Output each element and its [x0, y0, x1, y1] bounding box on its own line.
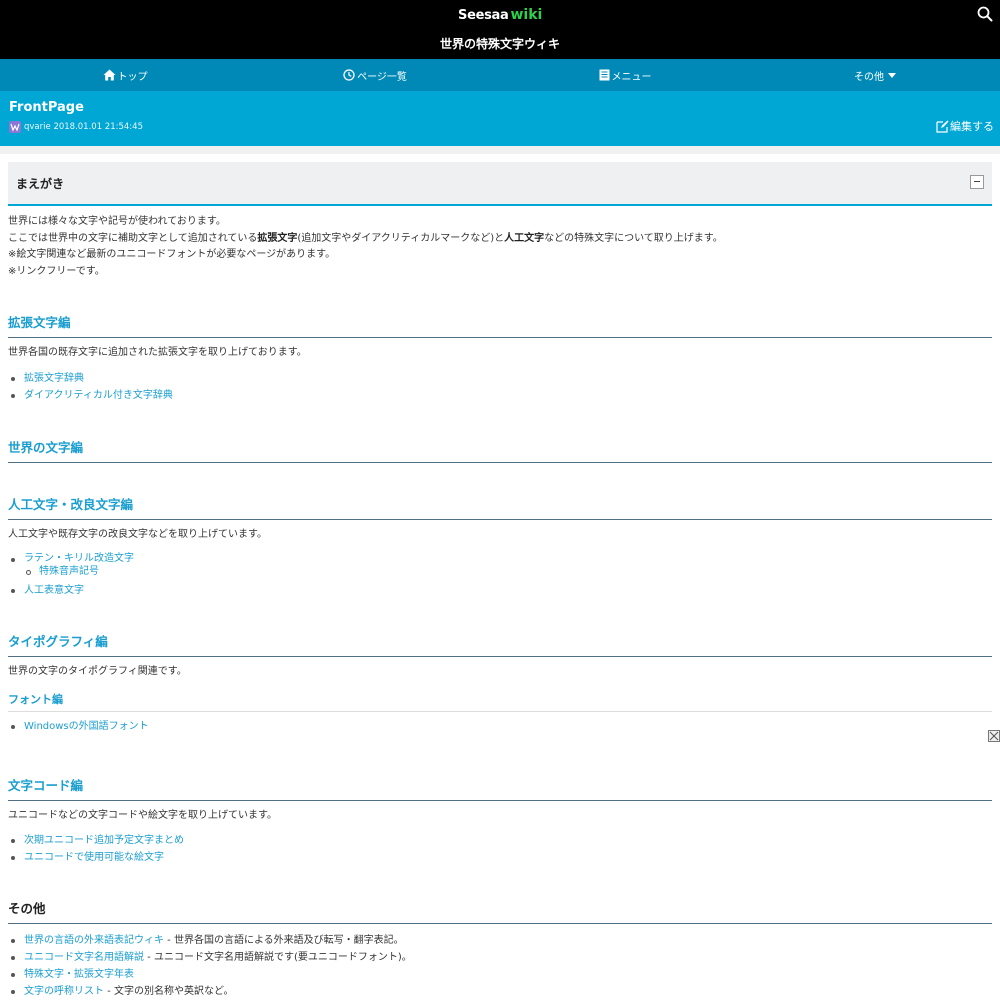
edit-label: 編集する	[950, 120, 994, 133]
nav-menu-label: メニュー	[611, 71, 652, 83]
list-item: ダイアクリティカル付き文字辞典	[8, 387, 992, 404]
link-extended-dictionary[interactable]: 拡張文字辞典	[24, 373, 84, 384]
page-meta: qvarie 2018.01.01 21:54:45	[9, 121, 143, 133]
page-title: FrontPage	[9, 100, 84, 115]
other-link-list: 世界の言語の外来語表記ウィキ - 世界各国の言語による外来語及び転写・翻字表記。…	[8, 932, 992, 1000]
list-item: 次期ユニコード追加予定文字まとめ	[8, 832, 992, 849]
header-divider	[0, 146, 1000, 154]
artificial-section-heading: 人工文字・改良文字編	[8, 494, 992, 520]
world-section-heading: 世界の文字編	[8, 437, 992, 463]
preface-heading: まえがき	[16, 177, 65, 191]
author-name[interactable]: qvarie	[24, 122, 51, 132]
caret-down-icon	[888, 72, 896, 78]
list-item: 特殊音声記号	[8, 566, 992, 578]
list-item: ユニコード文字名用語解説 - ユニコード文字名用語解説です(要ユニコードフォント…	[8, 949, 992, 966]
link-desc: - 世界各国の言語による外来語及び転写・翻字表記。	[164, 935, 404, 946]
nav-other-dropdown[interactable]: その他	[750, 59, 1000, 91]
preface-line2-c: (追加文字やダイアクリティカルマークなど)と	[297, 232, 505, 244]
charcode-desc: ユニコードなどの文字コードや絵文字を取り上げています。	[8, 809, 277, 821]
preface-bold-extended: 拡張文字	[257, 232, 298, 244]
link-unicode-glossary[interactable]: ユニコード文字名用語解説	[24, 952, 144, 963]
charcode-section-heading: 文字コード編	[8, 775, 992, 801]
link-desc: - ユニコード文字名用語解説です(要ユニコードフォント)。	[144, 952, 412, 963]
typography-section-heading: タイポグラフィ編	[8, 631, 992, 657]
nav-other-label: その他	[854, 71, 884, 83]
preface-line4: ※リンクフリーです。	[8, 265, 105, 277]
list-item: ユニコードで使用可能な絵文字	[8, 849, 992, 866]
preface-line2-a: ここでは世界中の文字に補助文字として追加されている	[8, 232, 258, 244]
nav-page-list[interactable]: ページ一覧	[250, 59, 500, 91]
typography-desc: 世界の文字のタイポグラフィ関連です。	[8, 666, 187, 677]
ad-close-icon[interactable]	[988, 730, 1000, 742]
edit-page-button[interactable]: 編集する	[936, 118, 994, 134]
clock-icon	[343, 69, 355, 81]
extended-link-list: 拡張文字辞典 ダイアクリティカル付き文字辞典	[8, 370, 992, 404]
page-timestamp: 2018.01.01 21:54:45	[53, 122, 143, 132]
typography-link-list: Windowsの外国語フォント	[8, 718, 992, 735]
font-subheading: フォント編	[8, 691, 992, 712]
list-item: 世界の言語の外来語表記ウィキ - 世界各国の言語による外来語及び転写・翻字表記。	[8, 932, 992, 949]
site-title[interactable]: 世界の特殊文字ウィキ	[0, 35, 1000, 52]
extended-desc: 世界各国の既存文字に追加された拡張文字を取り上げております。	[8, 347, 307, 358]
link-loanword-wiki[interactable]: 世界の言語の外来語表記ウィキ	[24, 935, 164, 946]
edit-icon	[936, 120, 949, 133]
preface-line1: 世界には様々な文字や記号が使われております。	[8, 216, 226, 227]
preface-section-header: まえがき	[8, 162, 992, 206]
nav-page-list-label: ページ一覧	[357, 71, 407, 83]
other-section-heading: その他	[8, 898, 992, 924]
artificial-link-list: ラテン・キリル改造文字 特殊音声記号 人工表意文字	[8, 551, 992, 599]
nav-top-label: トップ	[117, 71, 148, 83]
user-avatar-icon[interactable]	[9, 121, 21, 133]
logo-seesaa-text: Seesaa	[458, 8, 509, 23]
link-unicode-emoji[interactable]: ユニコードで使用可能な絵文字	[24, 852, 164, 863]
document-icon	[599, 69, 609, 81]
logo-wiki-text: wiki	[510, 7, 543, 23]
list-item: Windowsの外国語フォント	[8, 718, 992, 735]
link-next-unicode[interactable]: 次期ユニコード追加予定文字まとめ	[24, 835, 184, 846]
page-header: FrontPage qvarie 2018.01.01 21:54:45 編集す…	[0, 91, 1000, 146]
link-character-names[interactable]: 文字の呼称リスト	[24, 986, 104, 997]
nav-menu[interactable]: メニュー	[500, 59, 750, 91]
page-content: まえがき 世界には様々な文字や記号が使われております。 ここでは世界中の文字に補…	[8, 162, 992, 1000]
extended-section-heading: 拡張文字編	[8, 312, 992, 338]
list-item: 文字の呼称リスト - 文字の別名称や英訳など。	[8, 983, 992, 1000]
preface-bold-artificial: 人工文字	[504, 232, 545, 244]
charcode-link-list: 次期ユニコード追加予定文字まとめ ユニコードで使用可能な絵文字	[8, 832, 992, 866]
home-icon	[103, 69, 115, 81]
nav-top[interactable]: トップ	[0, 59, 250, 91]
link-windows-fonts[interactable]: Windowsの外国語フォント	[24, 721, 149, 732]
site-header: Seesaa wiki 世界の特殊文字ウィキ	[0, 0, 1000, 59]
main-nav: トップ ページ一覧 メニュー その他	[0, 59, 1000, 91]
artificial-desc: 人工文字や既存文字の改良文字などを取り上げています。	[8, 528, 267, 540]
preface-line2-e: などの特殊文字について取り上げます。	[544, 232, 723, 244]
link-diacritic-dictionary[interactable]: ダイアクリティカル付き文字辞典	[24, 390, 173, 401]
preface-text: 世界には様々な文字や記号が使われております。 ここでは世界中の文字に補助文字とし…	[8, 214, 992, 280]
link-special-phonetic[interactable]: 特殊音声記号	[39, 566, 99, 577]
list-item: 拡張文字辞典	[8, 370, 992, 387]
link-chronology[interactable]: 特殊文字・拡張文字年表	[24, 969, 134, 980]
collapse-button[interactable]	[970, 175, 984, 189]
link-desc: - 文字の別名称や英訳など。	[104, 986, 234, 997]
preface-line2: ここでは世界中の文字に補助文字として追加されている拡張文字(追加文字やダイアクリ…	[8, 231, 992, 248]
seesaa-wiki-logo[interactable]: Seesaa wiki	[458, 7, 542, 25]
list-item: 人工表意文字	[8, 582, 992, 599]
preface-line3: ※絵文字関連など最新のユニコードフォントが必要なページがあります。	[8, 249, 336, 260]
link-artificial-ideograph[interactable]: 人工表意文字	[24, 585, 84, 596]
list-item: 特殊文字・拡張文字年表	[8, 966, 992, 983]
link-latin-cyrillic-modified[interactable]: ラテン・キリル改造文字	[24, 553, 134, 564]
list-item: ラテン・キリル改造文字	[8, 551, 992, 566]
search-icon[interactable]	[977, 6, 993, 22]
